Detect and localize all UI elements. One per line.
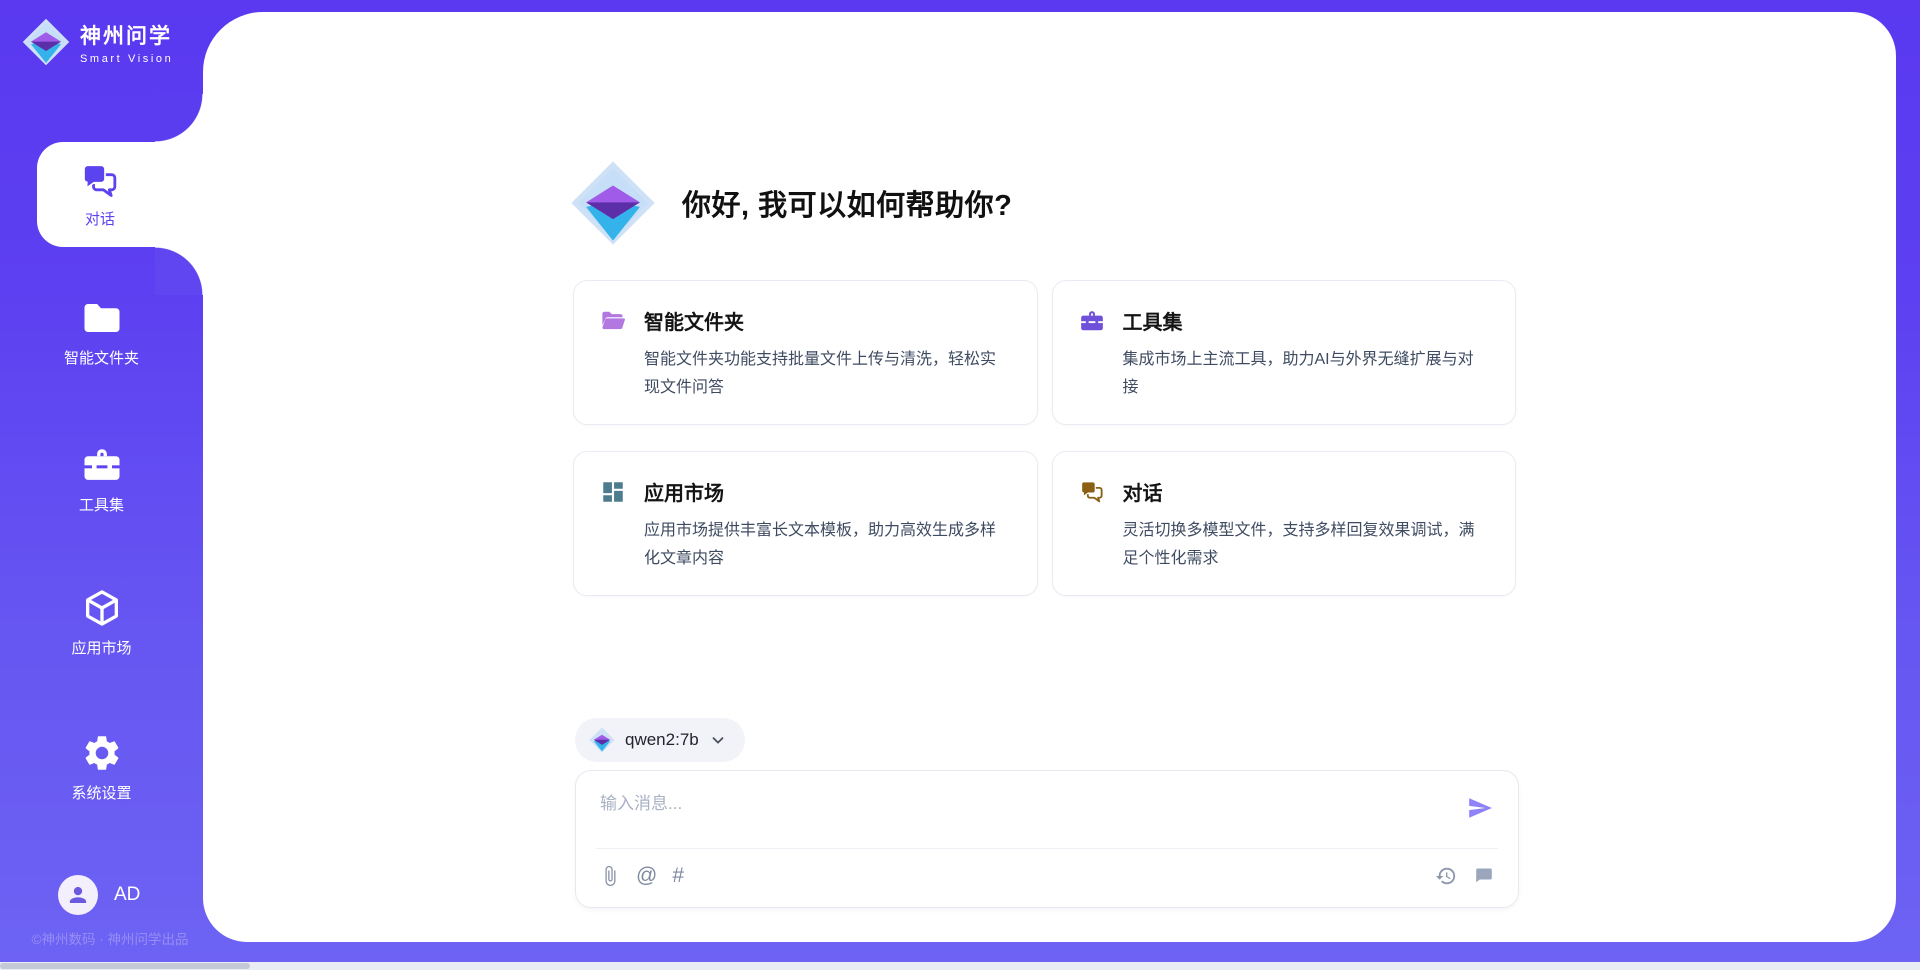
card-chat[interactable]: 对话 灵活切换多模型文件，支持多样回复效果调试，满足个性化需求 [1052, 451, 1517, 596]
at-sign-icon[interactable]: @ [636, 865, 657, 887]
composer-tools-right [1435, 865, 1494, 887]
card-toolset[interactable]: 工具集 集成市场上主流工具，助力AI与外界无缝扩展与对接 [1052, 280, 1517, 425]
feature-cards: 智能文件夹 智能文件夹功能支持批量文件上传与清洗，轻松实现文件问答 工具集 集成… [573, 280, 1516, 596]
scrollbar-thumb[interactable] [0, 963, 250, 969]
model-name: qwen2:7b [625, 730, 699, 750]
card-description: 应用市场提供丰富长文本模板，助力高效生成多样化文章内容 [644, 517, 1009, 573]
chevron-down-icon [709, 731, 727, 749]
card-title: 工具集 [1123, 306, 1183, 335]
sidebar-item-label: 智能文件夹 [64, 347, 139, 368]
sidebar-item-chat[interactable]: 对话 [37, 142, 207, 247]
sidebar-item-label: 对话 [85, 208, 115, 229]
sidebar-item-settings[interactable]: 系统设置 [0, 732, 203, 803]
avatar [58, 875, 98, 915]
folder-icon [81, 297, 123, 339]
user-initials: AD [114, 884, 140, 906]
paperclip-icon[interactable] [599, 865, 621, 887]
chat-bubbles-icon [1079, 479, 1105, 505]
card-description: 智能文件夹功能支持批量文件上传与清洗，轻松实现文件问答 [644, 346, 1009, 402]
sidebar-item-toolset[interactable]: 工具集 [0, 444, 203, 515]
copyright-text: ©神州数码 · 神州问学出品 [10, 928, 210, 948]
card-title: 对话 [1123, 477, 1163, 506]
card-app-market[interactable]: 应用市场 应用市场提供丰富长文本模板，助力高效生成多样化文章内容 [573, 451, 1038, 596]
diamond-logo-icon [589, 727, 615, 753]
sidebar-item-label: 工具集 [79, 494, 124, 515]
gear-icon [81, 732, 123, 774]
diamond-logo-icon [570, 160, 656, 246]
model-selector[interactable]: qwen2:7b [575, 718, 745, 762]
person-icon [66, 883, 90, 907]
diamond-logo-icon [22, 18, 70, 66]
chat-bubbles-icon [80, 161, 120, 201]
brand-subtitle: Smart Vision [80, 53, 173, 65]
sidebar-item-label: 应用市场 [71, 637, 131, 658]
brand: 神州问学 Smart Vision [22, 18, 173, 66]
card-title: 应用市场 [644, 477, 724, 506]
history-icon[interactable] [1435, 865, 1457, 887]
cube-icon [81, 587, 123, 629]
card-title: 智能文件夹 [644, 306, 744, 335]
app-screen: 神州问学 Smart Vision 对话 智能文件夹 工具集 [0, 0, 1920, 970]
greeting: 你好, 我可以如何帮助你? [570, 160, 1012, 246]
horizontal-scrollbar[interactable] [0, 962, 1920, 970]
sidebar-item-app-market[interactable]: 应用市场 [0, 587, 203, 658]
grid-icon [600, 479, 626, 505]
composer-divider [596, 848, 1498, 849]
card-smart-folder[interactable]: 智能文件夹 智能文件夹功能支持批量文件上传与清洗，轻松实现文件问答 [573, 280, 1038, 425]
tab-fillet-bottom [155, 247, 203, 295]
chat-bubble-icon[interactable] [1472, 865, 1494, 887]
toolbox-icon [1079, 308, 1105, 334]
folder-open-icon [600, 308, 626, 334]
tab-fillet-top [155, 94, 203, 142]
composer-tools-left: @ # [599, 865, 684, 887]
sidebar-item-label: 系统设置 [71, 782, 131, 803]
card-description: 集成市场上主流工具，助力AI与外界无缝扩展与对接 [1123, 346, 1488, 402]
brand-name: 神州问学 [80, 20, 173, 50]
greeting-title: 你好, 我可以如何帮助你? [682, 182, 1012, 224]
user-profile[interactable]: AD [58, 875, 140, 915]
card-description: 灵活切换多模型文件，支持多样回复效果调试，满足个性化需求 [1123, 517, 1488, 573]
toolbox-icon [81, 444, 123, 486]
sidebar-item-smart-folder[interactable]: 智能文件夹 [0, 297, 203, 368]
hash-icon[interactable]: # [672, 865, 684, 887]
send-icon[interactable] [1467, 795, 1493, 821]
message-input[interactable] [600, 789, 1440, 841]
message-composer: @ # [575, 770, 1519, 908]
